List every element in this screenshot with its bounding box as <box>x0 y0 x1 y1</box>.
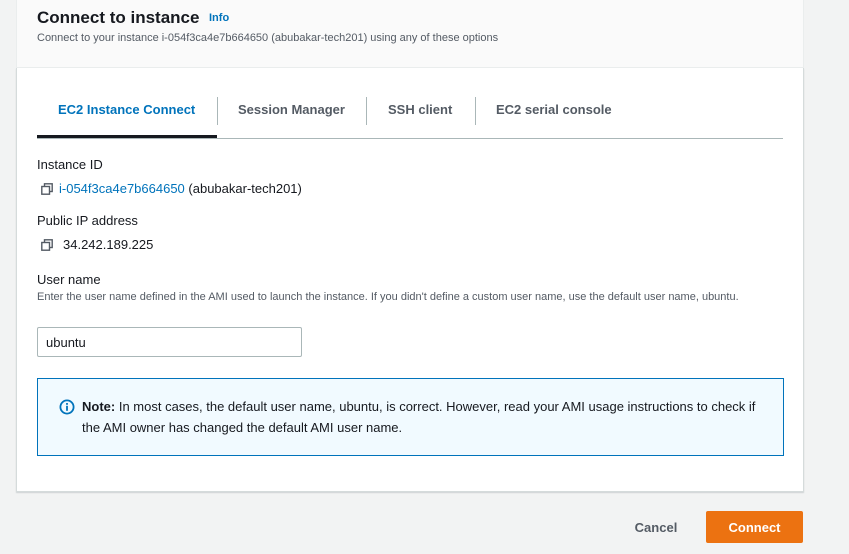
instance-id-label: Instance ID <box>37 157 103 172</box>
public-ip-row: 34.242.189.225 <box>41 237 153 252</box>
alert-note-body: In most cases, the default user name, ub… <box>82 399 756 435</box>
card-header: Connect to instance Info Connect to your… <box>16 0 804 68</box>
tab-ec2-serial-console[interactable]: EC2 serial console <box>476 92 636 138</box>
instance-id-row: i-054f3ca4e7b664650 (abubakar-tech201) <box>41 181 302 196</box>
info-icon <box>59 399 75 415</box>
tab-ssh-client[interactable]: SSH client <box>367 92 475 138</box>
public-ip-label: Public IP address <box>37 213 138 228</box>
alert-text: Note: In most cases, the default user na… <box>82 396 772 438</box>
username-input[interactable] <box>37 327 302 357</box>
copy-icon[interactable] <box>41 182 53 195</box>
tab-session-manager[interactable]: Session Manager <box>218 92 366 138</box>
tab-ec2-instance-connect[interactable]: EC2 Instance Connect <box>37 92 217 138</box>
public-ip-value: 34.242.189.225 <box>63 237 154 252</box>
username-label: User name <box>37 272 101 287</box>
page-title: Connect to instance <box>37 8 200 27</box>
alert-note-prefix: Note: <box>82 399 116 414</box>
copy-icon[interactable] <box>41 238 53 251</box>
username-hint: Enter the user name defined in the AMI u… <box>37 291 739 303</box>
tab-bar: EC2 Instance Connect Session Manager SSH… <box>37 92 783 139</box>
connect-panel: EC2 Instance Connect Session Manager SSH… <box>16 68 804 492</box>
page-description: Connect to your instance i-054f3ca4e7b66… <box>37 32 499 44</box>
cancel-button[interactable]: Cancel <box>622 512 690 542</box>
info-alert: Note: In most cases, the default user na… <box>37 378 784 456</box>
info-link[interactable]: Info <box>209 12 229 24</box>
connect-button[interactable]: Connect <box>706 511 803 543</box>
instance-id-link[interactable]: i-054f3ca4e7b664650 <box>59 181 185 196</box>
instance-name: (abubakar-tech201) <box>188 181 302 196</box>
